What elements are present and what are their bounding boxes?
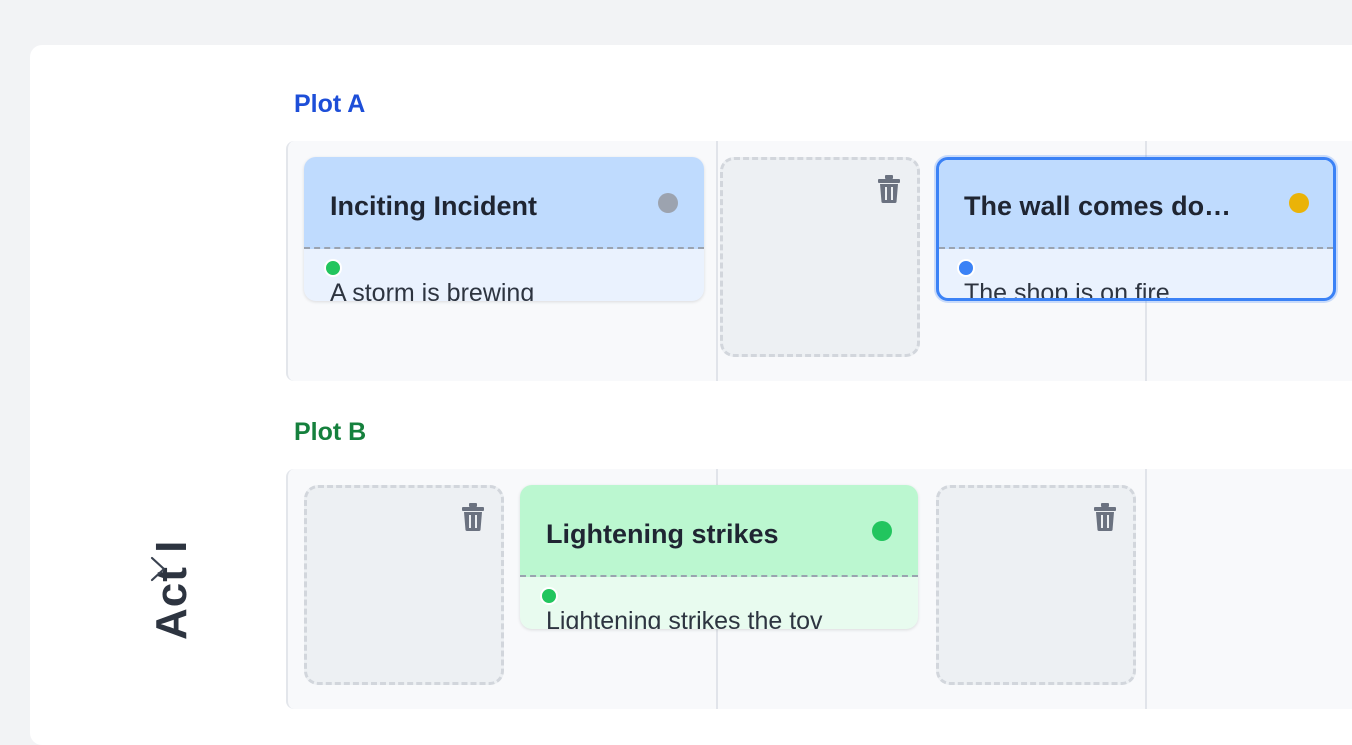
scene-card-inciting-incident[interactable]: Inciting Incident A storm is brewing [304,157,704,301]
body-status-dot [324,259,342,277]
plot-b-title[interactable]: Plot B [294,420,366,445]
card-title[interactable]: Inciting Incident [330,190,630,222]
trash-icon[interactable] [1093,502,1117,532]
card-body[interactable]: Lightening strikes the tov [520,577,918,629]
plot-a-lane: Inciting Incident A storm is brewing The… [286,141,1352,381]
lane-divider [716,141,718,381]
card-header[interactable]: Inciting Incident [304,157,704,249]
card-body-text: A storm is brewing [330,279,535,302]
card-body-text: The shop is on fire [964,279,1170,301]
act-title: Act I [147,539,196,640]
plot-a-title[interactable]: Plot A [294,92,365,117]
empty-card-slot[interactable] [720,157,920,357]
card-body[interactable]: A storm is brewing [304,249,704,301]
body-status-dot [540,587,558,605]
plot-b-lane: Lightening strikes Lightening strikes th… [286,469,1352,709]
card-body-text: Lightening strikes the tov [546,607,823,630]
trash-icon[interactable] [877,174,901,204]
card-title[interactable]: Lightening strikes [546,518,846,550]
card-header[interactable]: The wall comes do… [939,160,1333,249]
trash-icon[interactable] [461,502,485,532]
card-title[interactable]: The wall comes do… [964,190,1254,222]
scene-card-the-wall-comes-down[interactable]: The wall comes do… The shop is on fire [936,157,1336,301]
status-dot[interactable] [872,521,892,541]
chevron-right-icon[interactable] [148,556,168,582]
empty-card-slot[interactable] [936,485,1136,685]
body-status-dot [957,259,975,277]
card-header[interactable]: Lightening strikes [520,485,918,577]
card-body[interactable]: The shop is on fire [939,249,1333,301]
status-dot[interactable] [1289,193,1309,213]
empty-card-slot[interactable] [304,485,504,685]
scene-card-lightening-strikes[interactable]: Lightening strikes Lightening strikes th… [520,485,918,629]
lane-divider [1145,469,1147,709]
status-dot[interactable] [658,193,678,213]
